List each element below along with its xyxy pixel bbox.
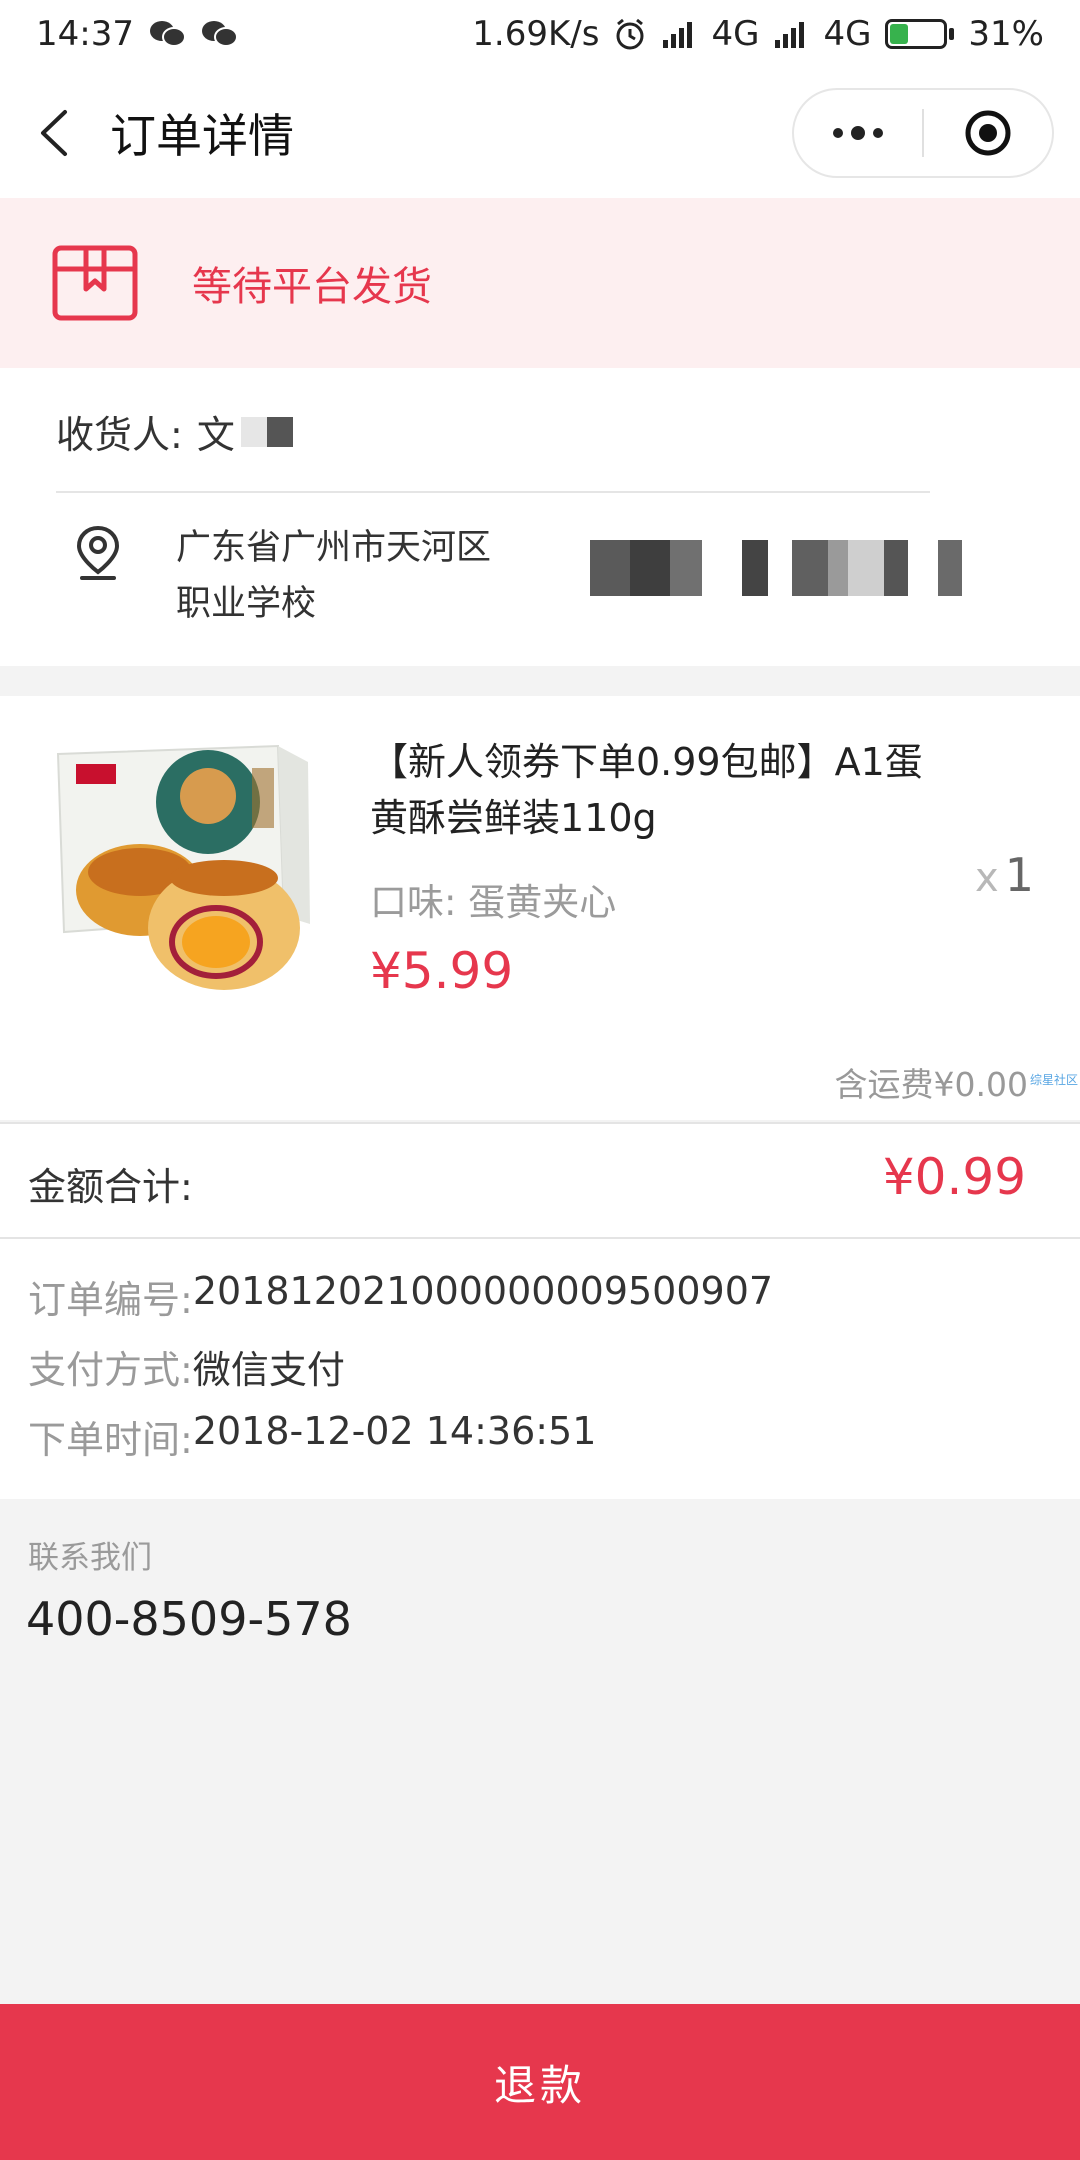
quantity-value: 1 [1004, 848, 1034, 902]
order-time-row: 下单时间: 2018-12-02 14:36:51 [28, 1409, 596, 1464]
shipping-fee: 含运费¥0.00 [834, 1065, 1028, 1104]
order-time-label: 下单时间: [28, 1418, 193, 1462]
address-row: 广东省广州市天河区 职业学校 [74, 520, 491, 632]
status-time: 14:37 [36, 14, 134, 54]
product-card[interactable]: 【新人领券下单0.99包邮】A1蛋黄酥尝鲜装110g 口味: 蛋黄夹心 ¥5.9… [0, 696, 1080, 1120]
quantity-times: x [975, 855, 999, 901]
address-line-2: 职业学校 [176, 584, 317, 624]
status-bar: 14:37 1.69K/s 4G 4G 31% [0, 0, 1080, 68]
target-close-icon [965, 110, 1011, 156]
receiver-label: 收货人: [56, 413, 183, 457]
privacy-mask [266, 416, 293, 447]
payment-method: 微信支付 [192, 1348, 345, 1392]
receiver-row: 收货人: 文 [56, 404, 293, 459]
product-image [48, 740, 328, 1000]
address-privacy-mask [590, 540, 962, 596]
order-time: 2018-12-02 14:36:51 [192, 1409, 597, 1453]
total-amount: ¥0.99 [882, 1148, 1026, 1206]
chevron-left-icon [41, 110, 67, 156]
watermark-text: 综星社区 [1029, 1073, 1078, 1087]
wechat-notification-icon [149, 21, 186, 47]
package-box-icon [52, 245, 138, 321]
product-price: ¥5.99 [370, 942, 514, 1000]
battery-percent: 31% [968, 14, 1044, 54]
receiver-name: 文 [196, 413, 235, 457]
total-label: 金额合计: [28, 1165, 193, 1209]
contact-phone[interactable]: 400-8509-578 [26, 1592, 352, 1646]
location-pin-icon [76, 525, 120, 580]
network-type-1: 4G [711, 14, 760, 54]
order-status-banner: 等待平台发货 [0, 198, 1080, 368]
order-status-text: 等待平台发货 [192, 264, 432, 310]
product-quantity: x1 [975, 848, 1034, 902]
signal-hd-icon [663, 22, 693, 48]
address-line-1: 广东省广州市天河区 [176, 528, 492, 568]
payment-method-row: 支付方式: 微信支付 [28, 1339, 345, 1394]
more-button[interactable] [794, 90, 922, 176]
product-spec: 口味: 蛋黄夹心 [370, 881, 617, 924]
order-number-row: 订单编号: 20181202100000000950090​7 [28, 1269, 773, 1324]
back-button[interactable] [4, 68, 104, 198]
order-number: 20181202100000000950090​7 [192, 1269, 774, 1313]
order-detail-page: 14:37 1.69K/s 4G 4G 31% 订单详情 等待平台发货 收货人:… [0, 0, 1080, 2160]
contact-label: 联系我们 [28, 1540, 152, 1576]
network-speed: 1.69K/s [472, 14, 600, 54]
more-dots-icon [833, 126, 883, 140]
payment-method-label: 支付方式: [28, 1348, 193, 1392]
nav-bar: 订单详情 [0, 68, 1080, 198]
refund-button[interactable]: 退款 [0, 2004, 1080, 2160]
network-type-2: 4G [823, 14, 872, 54]
alarm-icon [616, 18, 644, 50]
divider [56, 491, 930, 493]
close-miniprogram-button[interactable] [924, 90, 1052, 176]
total-row: 金额合计: ¥0.99 [0, 1122, 1080, 1237]
order-number-label: 订单编号: [28, 1278, 193, 1322]
product-title: 【新人领券下单0.99包邮】A1蛋黄酥尝鲜装110g [370, 740, 923, 840]
signal-icon [775, 22, 805, 48]
miniprogram-capsule [792, 88, 1054, 178]
order-info-card: 订单编号: 20181202100000000950090​7 支付方式: 微信… [0, 1237, 1080, 1499]
shipping-address-card: 收货人: 文 广东省广州市天河区 职业学校 [0, 368, 1080, 666]
page-title: 订单详情 [110, 109, 294, 163]
wechat-notification-icon [201, 21, 238, 47]
privacy-mask [240, 416, 267, 447]
battery-icon [885, 19, 955, 49]
